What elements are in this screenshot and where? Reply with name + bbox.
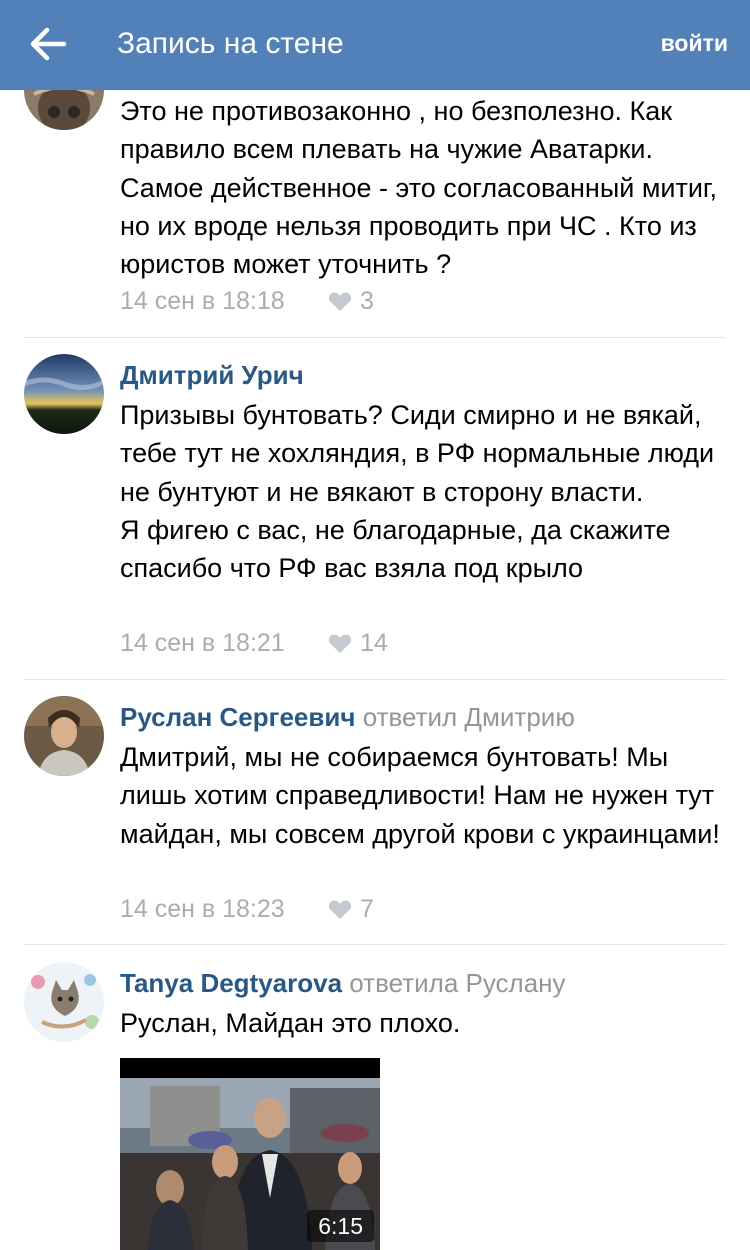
avatar[interactable] (24, 354, 104, 434)
comment-author-line: Tanya Degtyarova ответила Руслану (120, 966, 566, 1000)
comment-date: 14 сен в 18:23 (120, 895, 285, 923)
comment-text: Призывы бунтовать? Сиди смирно и не вяка… (120, 400, 715, 584)
video-duration: 6:15 (307, 1210, 374, 1242)
like-count: 14 (360, 629, 388, 657)
heart-icon (328, 292, 352, 311)
comment-author-line: Руслан Сергеевич ответил Дмитрию (120, 700, 575, 734)
top-bar: Запись на стене войти (0, 0, 750, 90)
heart-icon (328, 634, 352, 653)
avatar[interactable] (24, 696, 104, 776)
reply-to-link[interactable]: ответила Руслану (349, 968, 565, 998)
like-button[interactable]: 7 (328, 892, 374, 926)
video-attachment[interactable]: 6:15 (120, 1058, 380, 1250)
comment-meta: 14 сен в 18:23 7 (120, 892, 374, 926)
divider (24, 944, 726, 945)
author-name[interactable]: Tanya Degtyarova (120, 968, 342, 998)
arrow-left-icon (30, 27, 67, 61)
like-count: 7 (360, 895, 374, 923)
page-title: Запись на стене (117, 27, 344, 60)
comment-meta: 14 сен в 18:18 3 (120, 284, 374, 318)
reply-to-link[interactable]: ответил Дмитрию (363, 702, 575, 732)
comment-date: 14 сен в 18:21 (120, 629, 285, 657)
back-button[interactable] (22, 20, 76, 68)
login-button[interactable]: войти (661, 26, 728, 60)
comment-text: Это не противозаконно , но безполезно. К… (120, 96, 717, 280)
divider (24, 337, 726, 338)
comment-date: 14 сен в 18:18 (120, 287, 285, 315)
comment-meta: 14 сен в 18:21 14 (120, 626, 388, 660)
like-count: 3 (360, 287, 374, 315)
divider (24, 679, 726, 680)
avatar[interactable] (24, 962, 104, 1042)
author-name[interactable]: Руслан Сергеевич (120, 702, 355, 732)
like-button[interactable]: 14 (328, 626, 388, 660)
heart-icon (328, 900, 352, 919)
comment-text: Руслан, Майдан это плохо. (120, 1008, 461, 1038)
author-name[interactable]: Дмитрий Урич (120, 360, 304, 390)
comment-text: Дмитрий, мы не собираемся бунтовать! Мы … (120, 742, 720, 849)
comment-author-line: Дмитрий Урич (120, 358, 304, 392)
like-button[interactable]: 3 (328, 284, 374, 318)
